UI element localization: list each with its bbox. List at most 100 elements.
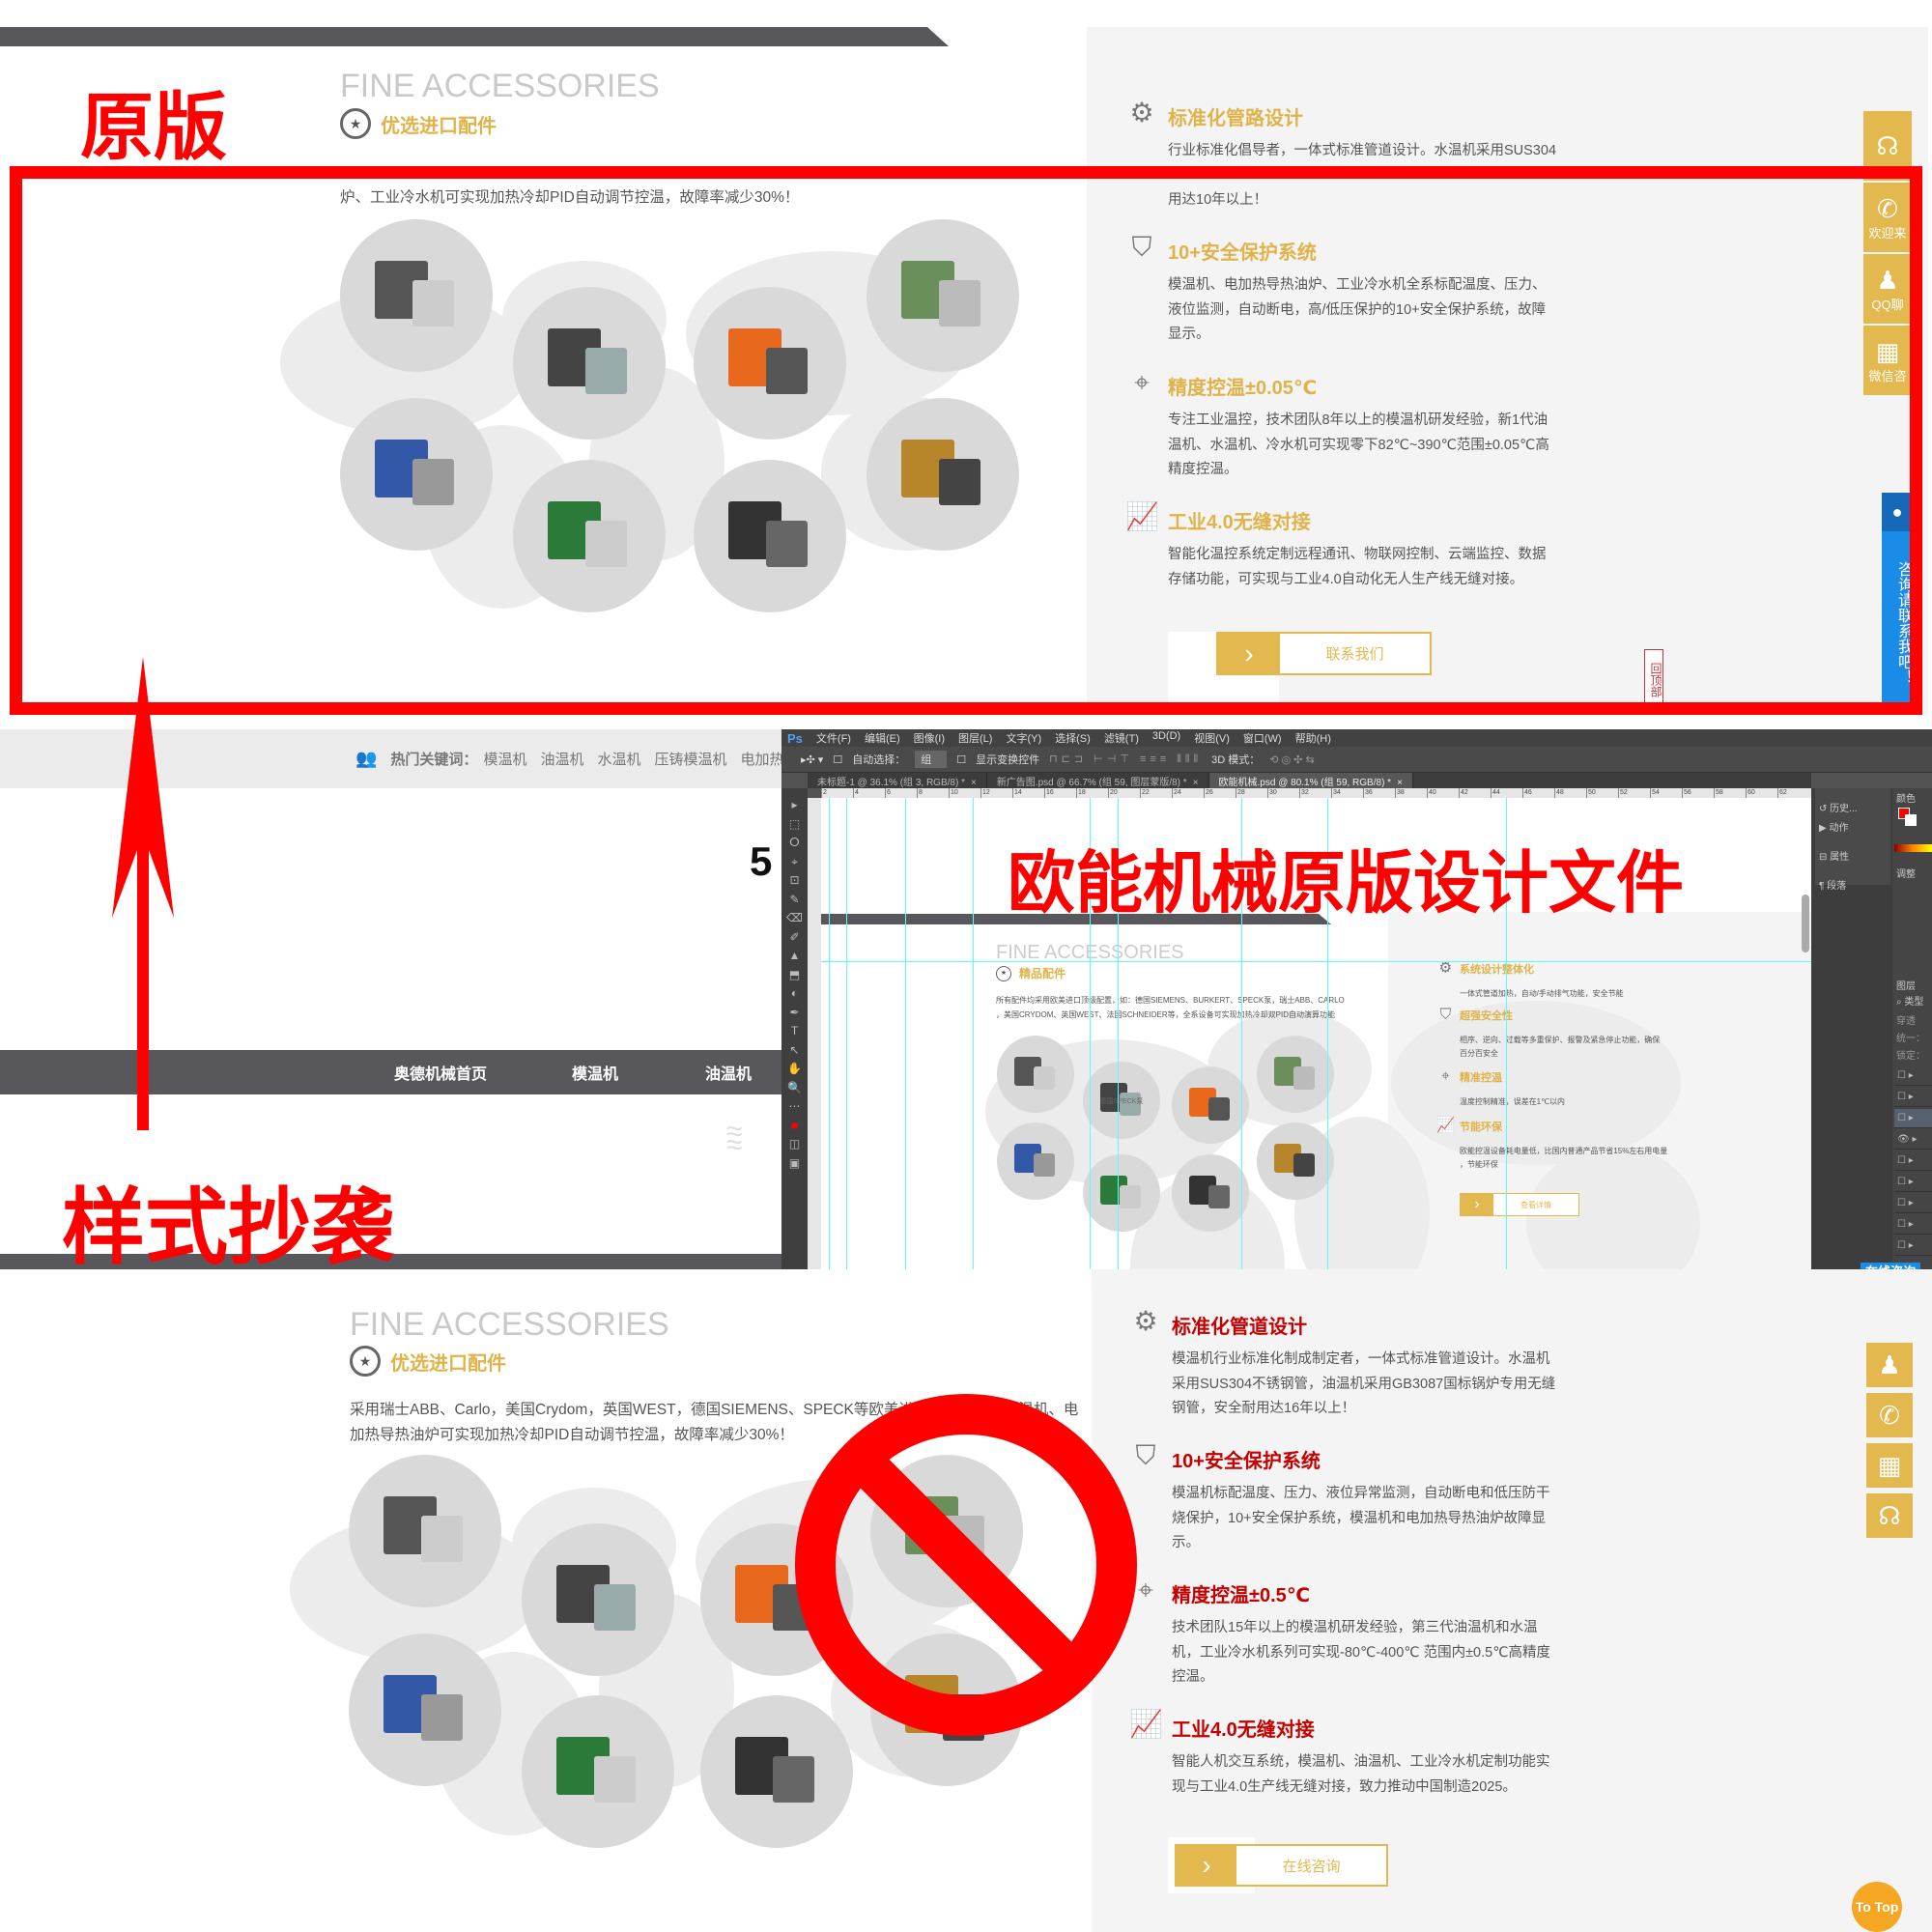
layer-row[interactable]: ☐ ▸ [1894, 1236, 1932, 1256]
keyword-link[interactable]: 压铸模温机 [654, 749, 726, 769]
feature-desc-line: 钢管，安全耐用达16年以上！ [1172, 1401, 1356, 1416]
guide-line[interactable] [821, 961, 1811, 962]
product-image[interactable] [522, 1695, 674, 1848]
layer-row[interactable]: ☐ ▸ [1894, 1151, 1932, 1171]
side-widget-item[interactable]: ✆ [1866, 1393, 1913, 1437]
close-icon[interactable]: × [1193, 778, 1199, 788]
lock-label: 锁定： [1896, 1051, 1925, 1062]
ps-menu-item[interactable]: 图层(L) [958, 730, 992, 746]
ps-menu-item[interactable]: 窗口(W) [1243, 730, 1282, 746]
nav-item[interactable]: 油温机 [705, 1061, 752, 1084]
ps-menu-item[interactable]: 滤镜(T) [1104, 730, 1139, 746]
panel-actions[interactable]: ▶ 动作 [1819, 819, 1848, 834]
guide-line[interactable] [973, 798, 974, 1269]
ps-toolbar[interactable]: ▸ ⬚ ⵔ ⌖ ⊡ ✎ ⌫ ✐ ▲ ⬒ ◐ ✒ T ↖ ✋ 🔍 ⋯ ■ ◫ ▣ [781, 788, 808, 1269]
product-image[interactable] [1257, 1036, 1334, 1113]
layer-row[interactable]: ☐ ▸ [1894, 1173, 1932, 1192]
nav-item[interactable]: 模温机 [572, 1061, 618, 1084]
product-image[interactable] [1257, 1122, 1334, 1200]
product-image[interactable] [522, 1523, 674, 1676]
ps-menu-item[interactable]: 帮助(H) [1295, 730, 1331, 746]
side-widget-item[interactable]: ☊ [1866, 1493, 1913, 1538]
layer-row[interactable]: ☐ ▸ [1894, 1066, 1932, 1086]
copy-heading-en: FINE ACCESSORIES [350, 1306, 669, 1343]
section-heading-en: FINE ACCESSORIES [340, 68, 660, 104]
3d-tools-icons[interactable]: ⟲ ◎ ✣ ⇆ [1269, 753, 1314, 766]
product-image[interactable] [1172, 1066, 1249, 1144]
star-icon: ★ [350, 1346, 381, 1377]
headline-fragment: 5 [750, 838, 773, 884]
panel-history[interactable]: ↺ 历史... [1819, 800, 1858, 814]
background-color-swatch[interactable] [1905, 814, 1917, 826]
product-image[interactable] [1083, 1154, 1160, 1232]
layer-filter-kind[interactable]: ⌕ 类型 [1896, 993, 1923, 1008]
canvas-scrollbar[interactable] [1802, 895, 1809, 952]
guide-line[interactable] [905, 798, 906, 1269]
ruler-tick: 38 [1395, 788, 1427, 798]
panel-actions-label: 动作 [1829, 823, 1849, 834]
close-icon[interactable]: × [1397, 778, 1403, 788]
align-icons[interactable]: ⊓⊏⊐ ⊢⊣⊤ ≡≡≡ ⫴⫴⫴ [1049, 753, 1202, 766]
ruler-tick: 48 [1554, 788, 1586, 798]
side-widget-item[interactable]: ▦ [1866, 1443, 1913, 1488]
feature-title: 节能环保 [1460, 1122, 1502, 1133]
close-icon[interactable]: × [971, 778, 977, 788]
ps-menu-item[interactable]: 文字(Y) [1006, 730, 1041, 746]
layer-row[interactable]: ☐ ▸ [1894, 1088, 1932, 1107]
layer-row[interactable]: ☐ ▸ [1894, 1215, 1932, 1235]
color-ramp[interactable] [1894, 844, 1932, 852]
feature-title: 超强安全性 [1460, 1010, 1513, 1022]
ps-menu-item[interactable]: 选择(S) [1055, 730, 1091, 746]
ps-menu-item[interactable]: 视图(V) [1194, 730, 1230, 746]
layer-row[interactable]: ☐ ▸ [1894, 1194, 1932, 1213]
tab-color[interactable]: 颜色 [1896, 790, 1916, 805]
line-chart-icon: 📈 [1435, 1116, 1455, 1133]
layer-row[interactable]: 👁 ▸ [1894, 1130, 1932, 1150]
ps-menu-item[interactable]: 图像(I) [914, 730, 945, 746]
side-widget-item[interactable]: ♟ [1866, 1343, 1913, 1387]
ruler-tick: 54 [1650, 788, 1682, 798]
online-consult-button[interactable]: › 在线咨询 [1175, 1844, 1388, 1887]
auto-select-checkbox[interactable]: ☐ [833, 753, 842, 766]
ruler-tick: 34 [1331, 788, 1363, 798]
users-icon: 👥 [355, 749, 378, 768]
keyword-link[interactable]: 水温机 [597, 749, 640, 769]
ps-options-bar: ▸✣ ▾ ☐ 自动选择： 组 ☐ 显示变换控件 ⊓⊏⊐ ⊢⊣⊤ ≡≡≡ ⫴⫴⫴ 3D… [781, 747, 1932, 773]
ps-document-tab[interactable]: 新广告图.psd @ 66.7% (组 59, 图层蒙版/8) * × [987, 773, 1209, 788]
ps-document-tab[interactable]: 欧能机械.psd @ 80.1% (组 59, RGB/8) * × [1208, 773, 1413, 788]
auto-select-dropdown[interactable]: 组 [915, 751, 948, 768]
ps-menu-item[interactable]: 3D(D) [1152, 730, 1180, 746]
ps-vertical-ruler [808, 798, 821, 1269]
ps-menu-item[interactable]: 文件(F) [816, 730, 851, 746]
product-part [1293, 1153, 1315, 1177]
keyword-link[interactable]: 模温机 [483, 749, 526, 769]
product-image[interactable] [997, 1122, 1074, 1200]
product-image[interactable] [349, 1455, 501, 1607]
product-image[interactable] [1172, 1154, 1249, 1232]
product-image[interactable]: 德国SPECK泵 [1083, 1062, 1160, 1139]
feature-desc-line: 控温。 [1172, 1669, 1214, 1685]
move-tool-icon[interactable]: ▸✣ ▾ [801, 753, 823, 766]
guide-line[interactable] [846, 798, 847, 1269]
ruler-tick: 28 [1236, 788, 1267, 798]
blend-mode-dropdown[interactable]: 穿透 [1896, 1012, 1916, 1027]
ps-menu-item[interactable]: 编辑(E) [865, 730, 900, 746]
ruler-tick: 62 [1777, 788, 1809, 798]
keyword-link[interactable]: 油温机 [540, 749, 583, 769]
feature-title: 标准化管路设计 [1168, 108, 1303, 129]
guide-line[interactable] [829, 798, 830, 1269]
show-transform-checkbox[interactable]: ☐ [956, 753, 966, 766]
product-image[interactable] [349, 1634, 501, 1786]
layer-row[interactable]: ☐ ▸ [1894, 1109, 1932, 1128]
product-part [1034, 1066, 1055, 1090]
tab-adjust[interactable]: 调整 [1896, 866, 1916, 880]
headset-icon: ☊ [1876, 131, 1899, 160]
product-image[interactable] [997, 1036, 1074, 1113]
tab-layers[interactable]: 图层 [1896, 978, 1916, 992]
panel-properties[interactable]: ⊟ 属性 [1819, 848, 1849, 863]
feature-desc-line: 温度控制精准，误差在1℃以内 [1460, 1096, 1566, 1106]
panel-paragraph[interactable]: ¶ 段落 [1819, 877, 1846, 892]
to-top-button[interactable]: To Top [1852, 1882, 1902, 1932]
ps-document-tab[interactable]: 未标题-1 @ 36.1% (组 3, RGB/8) * × [808, 773, 987, 788]
nav-item[interactable]: 奥德机械首页 [394, 1061, 487, 1084]
